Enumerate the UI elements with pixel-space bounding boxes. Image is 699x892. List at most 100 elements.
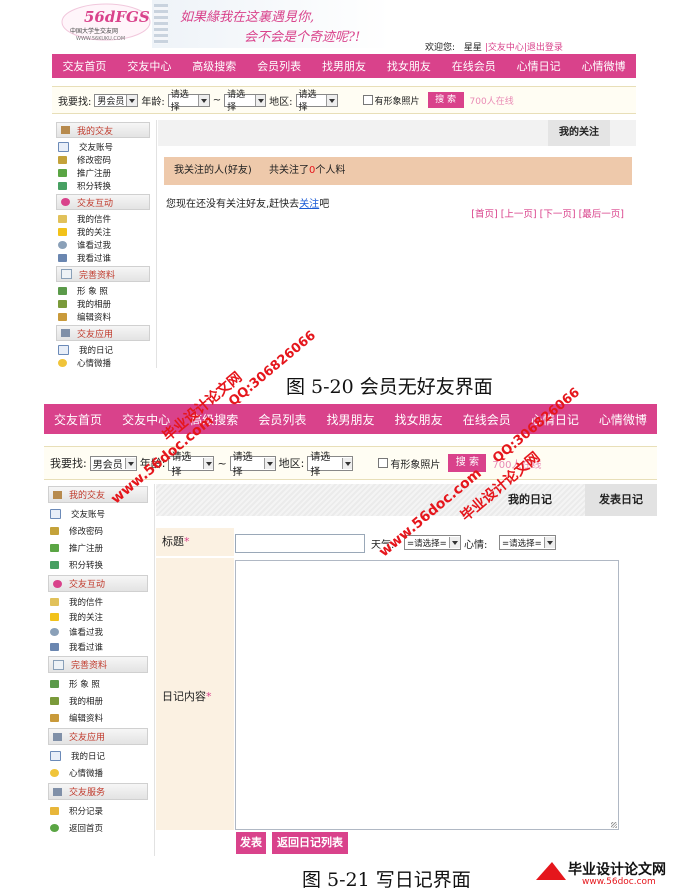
nav-item-girlfriend[interactable]: 找女朋友 <box>376 58 441 74</box>
id-card-icon <box>50 508 61 519</box>
search-button[interactable]: 搜 索 <box>448 454 487 472</box>
chevron-down-icon <box>543 537 555 548</box>
sidebar-item-photo[interactable]: 形 象 照 <box>52 284 154 297</box>
diary-content-textarea[interactable] <box>235 560 619 830</box>
age-from-select[interactable]: 请选择 <box>167 90 210 113</box>
photo-checkbox[interactable] <box>378 458 389 468</box>
age-to-select[interactable]: 请选择 <box>229 452 276 478</box>
search-button[interactable]: 搜 索 <box>427 92 464 108</box>
welcome-links[interactable]: |交友中心|退出登录 <box>485 43 563 53</box>
area-select[interactable]: 请选择 <box>295 90 338 113</box>
nav-item-members[interactable]: 会员列表 <box>247 58 312 74</box>
sidebar-item-promote[interactable]: 推广注册 <box>44 539 152 556</box>
star-icon <box>58 227 67 236</box>
sidebar-group-profile[interactable]: 完善资料 <box>48 656 148 673</box>
sidebar-item-password[interactable]: 修改密码 <box>52 153 154 166</box>
sidebar-item-follow[interactable]: 我的关注 <box>44 609 152 624</box>
sidebar-item-weibo[interactable]: 心情微播 <box>52 356 154 368</box>
sidebar-item-letters[interactable]: 我的信件 <box>52 212 154 225</box>
nav-item-girlfriend[interactable]: 找女朋友 <box>385 411 453 428</box>
sidebar-item-letters[interactable]: 我的信件 <box>44 594 152 609</box>
sidebar-item-label: 心情微播 <box>77 358 112 369</box>
caption-fig-5-21: 图 5-21 写日记界面 <box>302 869 471 891</box>
follow-summary-prefix: 共关注了 <box>269 165 309 176</box>
sidebar-item-label: 形 象 照 <box>77 286 108 297</box>
sidebar-group-interaction[interactable]: 交友互动 <box>56 194 150 210</box>
screenshot-member-no-friends: 56dFGS 中国大学生交友网 WWW.56KUKU.COM 如果緣我在这裏遇見… <box>52 0 636 368</box>
sidebar-item-follow[interactable]: 我的关注 <box>52 225 154 238</box>
sidebar-item-back-home[interactable]: 返回首页 <box>44 819 152 836</box>
sidebar-group-my-dating[interactable]: 我的交友 <box>56 122 150 138</box>
sidebar-item-label: 我的关注 <box>77 227 112 238</box>
bulb-icon <box>58 358 67 367</box>
age-tilde: ~ <box>217 456 227 470</box>
photo-checkbox[interactable] <box>362 95 373 105</box>
chevron-down-icon <box>202 457 214 469</box>
sidebar-item-photo[interactable]: 形 象 照 <box>44 675 152 692</box>
album-icon <box>58 299 67 308</box>
nav-item-boyfriend[interactable]: 找男朋友 <box>316 411 384 428</box>
sidebar-item-diary[interactable]: 我的日记 <box>52 343 154 356</box>
sidebar-item-visitors[interactable]: 谁看过我 <box>52 238 154 251</box>
sidebar-group-services[interactable]: 交友服务 <box>48 783 148 800</box>
nav-item-search[interactable]: 高级搜索 <box>182 58 247 74</box>
age-to-select[interactable]: 请选择 <box>224 90 267 113</box>
sidebar-item-point-log[interactable]: 积分记录 <box>44 802 152 819</box>
nav-item-home[interactable]: 交友首页 <box>44 411 112 428</box>
area-select[interactable]: 请选择 <box>307 452 354 478</box>
footer-logo-url: www.56doc.com <box>582 877 656 887</box>
area-value: 请选择 <box>310 452 331 478</box>
search-label: 我要找: <box>50 457 87 470</box>
sidebar-item-weibo[interactable]: 心情微播 <box>44 764 152 781</box>
follow-link[interactable]: 关注 <box>299 199 319 210</box>
pager[interactable]: [首页] [上一页] [下一页] [最后一页] <box>471 206 624 220</box>
resize-grip-icon[interactable] <box>611 822 617 828</box>
mood-select[interactable]: =请选择= <box>499 535 556 550</box>
nav-item-members[interactable]: 会员列表 <box>248 411 316 428</box>
tab-write-diary[interactable]: 发表日记 <box>585 484 657 516</box>
sidebar-item-points[interactable]: 积分转换 <box>44 556 152 573</box>
nav-item-diary[interactable]: 心情日记 <box>506 58 571 74</box>
sidebar-group-apps[interactable]: 交友应用 <box>48 728 148 745</box>
publish-button[interactable]: 发表 <box>236 832 266 854</box>
sidebar-item-label: 心情微播 <box>69 768 104 779</box>
back-to-diary-list-button[interactable]: 返回日记列表 <box>272 832 348 854</box>
age-label: 年龄: <box>141 96 165 108</box>
sidebar-item-password[interactable]: 修改密码 <box>44 522 152 539</box>
sidebar-item-points[interactable]: 积分转换 <box>52 179 154 192</box>
star-icon <box>50 612 59 621</box>
sidebar-item-edit[interactable]: 编辑资料 <box>44 709 152 726</box>
area-label: 地区: <box>269 96 293 108</box>
nav-item-center[interactable]: 交友中心 <box>117 58 182 74</box>
sidebar-item-account[interactable]: 交友账号 <box>52 140 154 153</box>
nav-item-online[interactable]: 在线会员 <box>453 411 521 428</box>
sidebar-item-visited[interactable]: 我看过谁 <box>44 639 152 654</box>
gender-select[interactable]: 男会员 <box>94 93 139 107</box>
tab-my-follow[interactable]: 我的关注 <box>548 120 610 146</box>
nav-item-weibo[interactable]: 心情微博 <box>589 411 657 428</box>
empty-text: 您现在还没有关注好友,赶快去 <box>166 199 300 210</box>
home-icon <box>53 490 62 499</box>
sidebar-item-edit[interactable]: 编辑资料 <box>52 310 154 323</box>
sidebar-item-diary[interactable]: 我的日记 <box>44 747 152 764</box>
nav-item-home[interactable]: 交友首页 <box>52 58 117 74</box>
sidebar-group-profile[interactable]: 完善资料 <box>56 266 150 282</box>
chevron-down-icon <box>263 457 275 469</box>
sidebar-item-album[interactable]: 我的相册 <box>52 297 154 310</box>
sidebar-item-visitors[interactable]: 谁看过我 <box>44 624 152 639</box>
title-input[interactable] <box>235 534 365 553</box>
share-icon <box>58 168 67 177</box>
nav-item-weibo[interactable]: 心情微博 <box>571 58 636 74</box>
site-logo[interactable]: 56dFGS 中国大学生交友网 WWW.56KUKU.COM <box>60 2 152 42</box>
profile-icon <box>61 269 72 279</box>
nav-item-boyfriend[interactable]: 找男朋友 <box>312 58 377 74</box>
sidebar-item-album[interactable]: 我的相册 <box>44 692 152 709</box>
coin-icon <box>50 806 59 815</box>
sidebar-item-visited[interactable]: 我看过谁 <box>52 251 154 264</box>
sidebar-group-interaction[interactable]: 交友互动 <box>48 575 148 592</box>
sidebar-item-account[interactable]: 交友账号 <box>44 505 152 522</box>
sidebar-group-apps[interactable]: 交友应用 <box>56 325 150 341</box>
sidebar-item-promote[interactable]: 推广注册 <box>52 166 154 179</box>
nav-item-online[interactable]: 在线会员 <box>441 58 506 74</box>
gender-select[interactable]: 男会员 <box>89 455 137 471</box>
